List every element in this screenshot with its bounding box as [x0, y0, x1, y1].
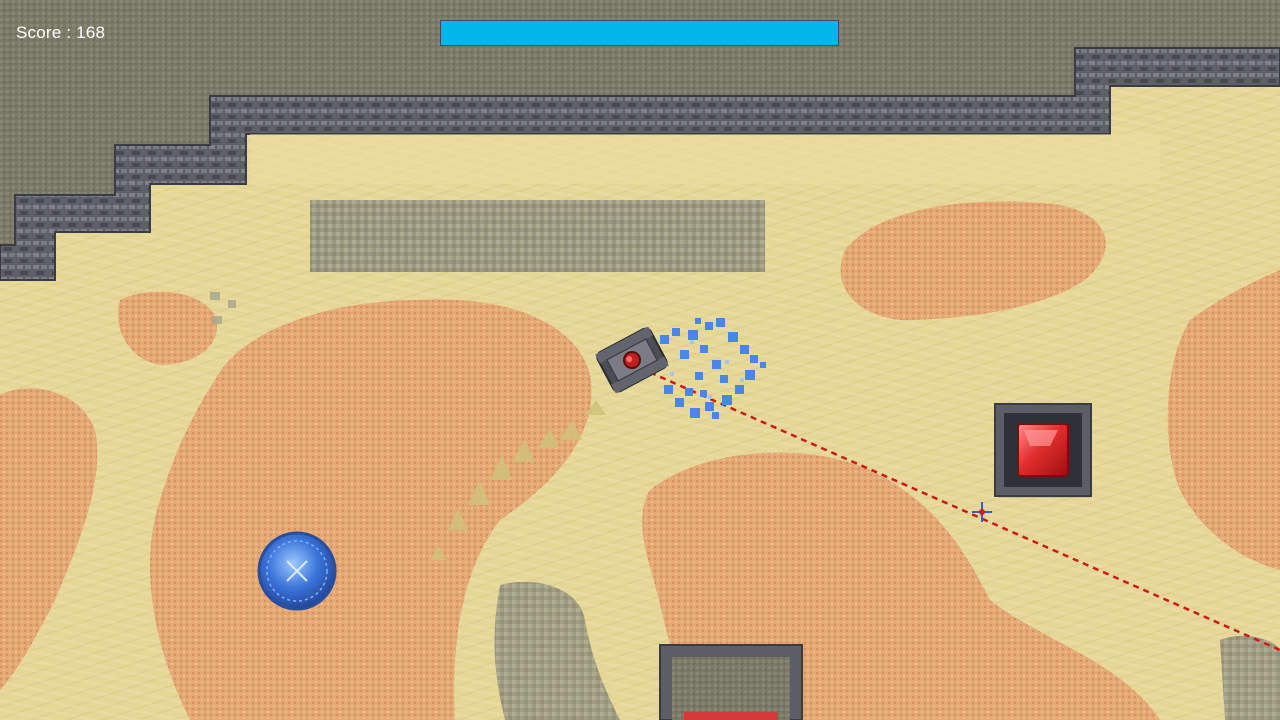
rock-patch — [494, 581, 620, 720]
rock-patch — [1220, 635, 1280, 720]
clay-patch — [840, 201, 1106, 320]
clay-patch — [118, 291, 217, 365]
crosshair-icon — [972, 502, 992, 522]
clay-patch — [0, 388, 98, 690]
stone-pit — [659, 644, 803, 720]
health-bar-fill — [441, 21, 838, 45]
blue-energy-orb-icon — [257, 531, 337, 611]
rock-patch — [310, 200, 765, 272]
score-label: Score : 168 — [16, 23, 106, 42]
armored-tank-icon — [595, 326, 669, 394]
terrain-layer — [0, 0, 1280, 720]
red-crystal-icon — [994, 403, 1092, 498]
blue-particle-effect — [655, 318, 766, 419]
clay-patch — [1167, 270, 1280, 570]
game-viewport[interactable]: Score : 168 — [0, 0, 1280, 720]
health-bar — [440, 20, 839, 46]
